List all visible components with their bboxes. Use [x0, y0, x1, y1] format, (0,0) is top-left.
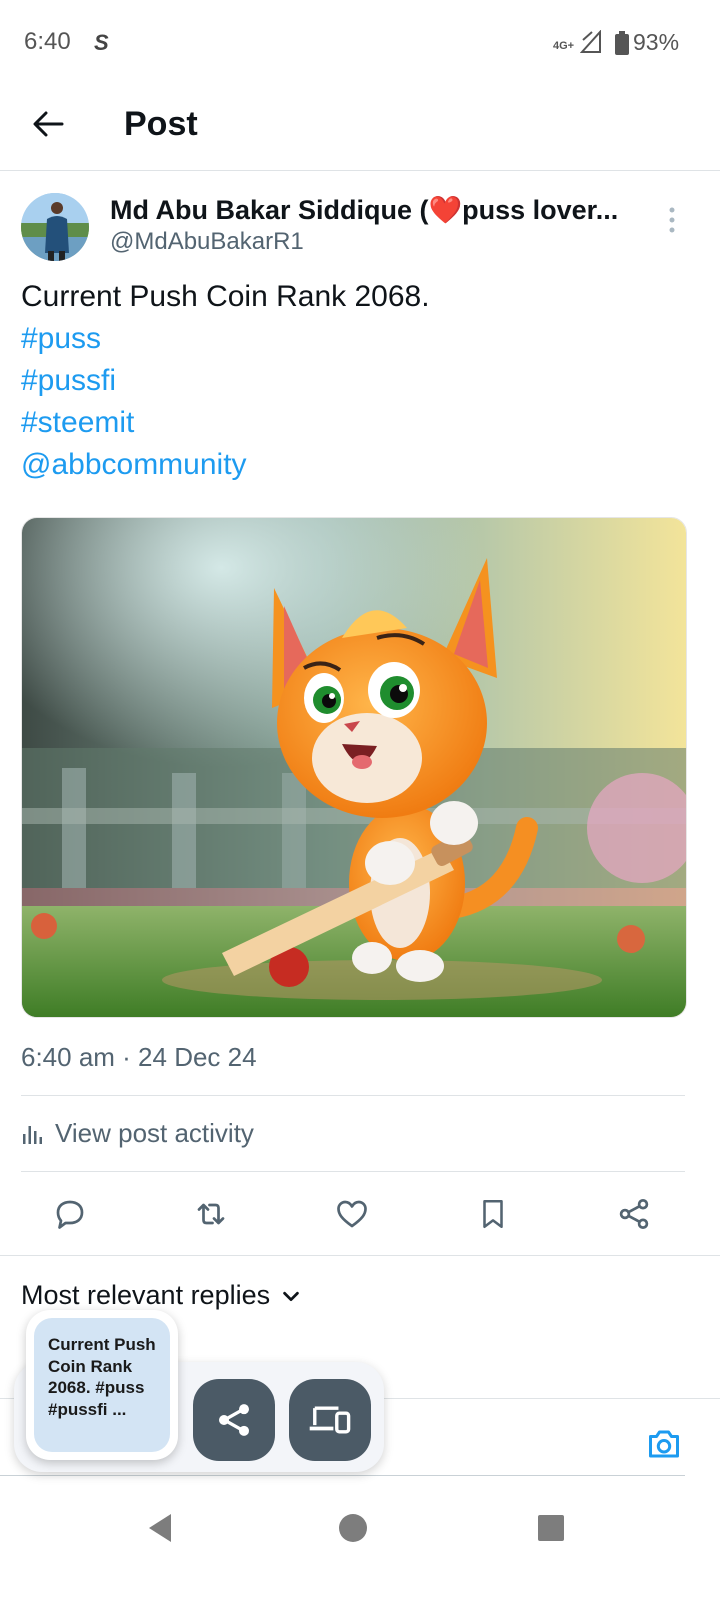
- hashtag-link[interactable]: #pussfi: [21, 360, 116, 402]
- timestamp-divider: [21, 1095, 685, 1096]
- status-time: 6:40: [24, 28, 71, 55]
- view-post-activity-button[interactable]: View post activity: [21, 1118, 254, 1149]
- replies-sort-button[interactable]: Most relevant replies: [21, 1280, 302, 1311]
- actions-divider: [0, 1255, 720, 1256]
- page-title: Post: [124, 105, 198, 143]
- like-button[interactable]: [328, 1190, 376, 1238]
- camera-button[interactable]: [640, 1420, 688, 1468]
- avatar-image: [21, 193, 89, 261]
- activity-divider: [21, 1171, 685, 1172]
- devices-icon: [309, 1406, 351, 1434]
- repost-icon: [197, 1203, 225, 1225]
- nav-home-button[interactable]: [333, 1508, 373, 1548]
- more-options-button[interactable]: [660, 204, 684, 236]
- avatar[interactable]: [21, 193, 89, 261]
- share-icon: [219, 1404, 249, 1436]
- nav-home-icon: [339, 1514, 367, 1542]
- nav-recents-icon: [538, 1515, 564, 1541]
- battery-level: 93%: [633, 29, 680, 55]
- s-app-icon: S: [94, 30, 109, 55]
- reply-button[interactable]: [46, 1190, 94, 1238]
- share-preview-text: Current Push Coin Rank 2068. #puss #puss…: [48, 1335, 156, 1419]
- nav-back-button[interactable]: [140, 1508, 180, 1548]
- network-type: 4G+: [553, 40, 575, 52]
- share-button[interactable]: [610, 1190, 658, 1238]
- view-post-activity-label: View post activity: [55, 1118, 254, 1148]
- header-divider: [0, 170, 720, 171]
- post-image[interactable]: [21, 517, 687, 1018]
- overlay-share-button[interactable]: [193, 1379, 275, 1461]
- hashtag-link[interactable]: #puss: [21, 318, 101, 360]
- post-text: Current Push Coin Rank 2068.: [21, 280, 430, 313]
- nav-back-icon: [149, 1514, 171, 1542]
- arrow-left-icon: [33, 111, 64, 137]
- share-preview-inner: Current Push Coin Rank 2068. #puss #puss…: [34, 1318, 170, 1452]
- cartoon-cat-cricket-image: [22, 518, 686, 1017]
- author-name[interactable]: Md Abu Bakar Siddique (❤️puss lover...: [110, 194, 630, 226]
- mention-link[interactable]: @abbcommunity: [21, 444, 247, 486]
- bookmark-button[interactable]: [469, 1190, 517, 1238]
- replies-sort-label: Most relevant replies: [21, 1280, 271, 1310]
- repost-button[interactable]: [187, 1190, 235, 1238]
- bookmark-icon: [483, 1199, 503, 1229]
- camera-icon: [649, 1430, 679, 1458]
- more-vertical-icon: [669, 207, 675, 233]
- signal-icon: [580, 30, 601, 53]
- analytics-icon: [23, 1125, 42, 1144]
- overlay-devices-button[interactable]: [289, 1379, 371, 1461]
- share-icon: [619, 1199, 649, 1229]
- author-handle[interactable]: @MdAbuBakarR1: [110, 228, 304, 256]
- chevron-down-icon: [283, 1291, 299, 1301]
- battery-icon: [615, 31, 629, 55]
- like-icon: [337, 1200, 367, 1228]
- reply-icon: [56, 1200, 84, 1229]
- post-timestamp: 6:40 am · 24 Dec 24: [21, 1042, 257, 1072]
- composer-bottom-divider: [0, 1475, 685, 1476]
- hashtag-link[interactable]: #steemit: [21, 402, 134, 444]
- nav-recents-button[interactable]: [531, 1508, 571, 1548]
- back-button[interactable]: [22, 100, 74, 148]
- share-preview-card[interactable]: Current Push Coin Rank 2068. #puss #puss…: [26, 1310, 178, 1460]
